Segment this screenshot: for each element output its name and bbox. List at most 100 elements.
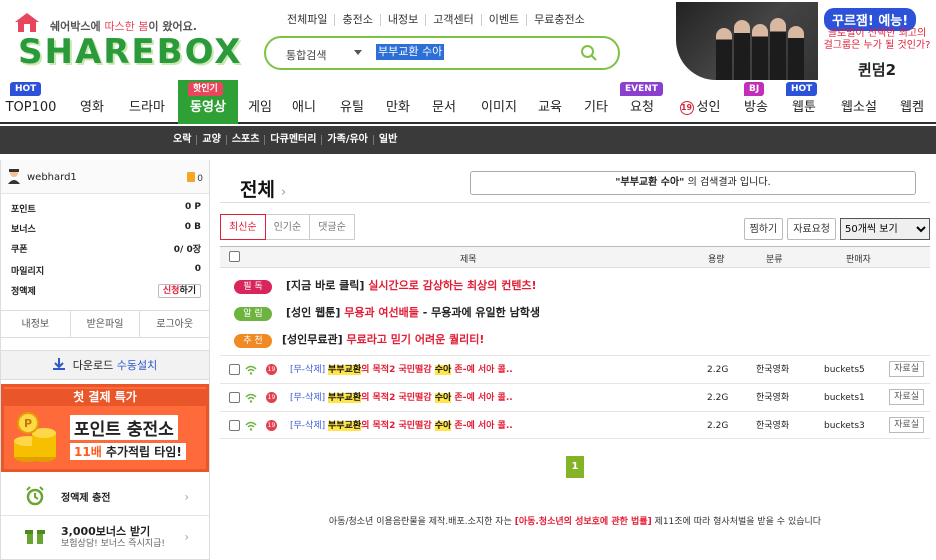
chevron-right-icon: › [184,490,189,504]
logo-text: SHAREBOX [18,32,243,72]
tab-logout[interactable]: 로그아웃 [140,311,209,337]
plan-row: 정액제 신청하기 [11,284,201,298]
plan-charge-link[interactable]: 정액제 충전 › [1,476,209,516]
top-menu-my-info[interactable]: 내정보 [381,14,427,26]
notice-badge: 알 림 [234,307,272,321]
category-etc[interactable]: 기타 [578,80,614,124]
top-menu-all-files[interactable]: 전체파일 [280,14,336,26]
house-icon [15,13,39,32]
category-adult[interactable]: 19 성인 [672,80,728,124]
download-icon [52,358,65,370]
file-title[interactable]: [무-삭제] 부부교환의 목적2 국민떨감 수아 존-예 서아 콜.. [290,412,513,440]
hot-badge: HOT [10,82,42,96]
stat-row: 마일리지 0 [11,264,201,277]
category-education[interactable]: 교육 [532,80,568,124]
bj-badge: BJ [744,82,765,96]
wishlist-button[interactable]: 찜하기 [743,218,784,240]
chevron-down-icon[interactable] [354,50,362,55]
top-menu: 전체파일 충전소 내정보 고객센터 이벤트 무료충전소 [280,14,592,26]
top-menu-charge[interactable]: 충전소 [335,14,381,26]
category-drama[interactable]: 드라마 [124,80,170,124]
row-checkbox[interactable] [229,392,240,403]
category-webnovel[interactable]: 웹소설 [834,80,884,124]
age-19-icon: 19 [266,392,277,403]
subnav-documentary[interactable]: 다큐멘터리 [265,135,323,145]
age-19-icon: 19 [266,420,277,431]
svg-text:P: P [24,417,32,430]
category-game[interactable]: 게임 [242,80,278,124]
apply-button[interactable]: 신청하기 [157,284,201,298]
table-row[interactable]: 19 [무-삭제] 부부교환의 목적2 국민떨감 수아 존-예 서아 콜.. 2… [220,383,930,411]
popular-badge: 핫인기 [188,82,223,96]
ad-row[interactable]: 알 림 [성인 웹툰] 무용과 여선배들 - 무용과에 유일한 남학생 [220,301,930,325]
ad-row[interactable]: 추 천 [성인무료관] 무료라고 믿기 어려운 퀄리티! [220,328,930,352]
download-install-button[interactable]: 다운로드 수동설치 [1,350,209,380]
promo-banner[interactable]: 꾸르잼! 예능! 글로벌이 선택한 최고의 걸그룹은 누가 될 것인가? 퀸덤2 [676,2,936,80]
coupon-icon [187,172,196,182]
page-title: 전체 › [240,179,287,201]
must-read-badge: 필 독 [234,280,272,294]
top-menu-support[interactable]: 고객센터 [426,14,482,26]
category-documents[interactable]: 문서 [426,80,462,124]
banner-text: 글로벌이 선택한 최고의 걸그룹은 누가 될 것인가? [823,28,931,51]
category-comics[interactable]: 만화 [380,80,416,124]
sort-latest[interactable]: 최신순 [220,214,266,240]
category-images[interactable]: 이미지 [474,80,524,124]
file-title[interactable]: [무-삭제] 부부교환의 목적2 국민떨감 수아 존-예 서아 콜.. [290,384,513,412]
subnav-culture[interactable]: 교양 [197,135,227,145]
bonus-link[interactable]: 3,000보너스 받기 보험상담! 보너스 즉시지급! › [1,516,209,560]
top-menu-event[interactable]: 이벤트 [482,14,528,26]
category-movie[interactable]: 영화 [72,80,112,124]
username: webhard1 [27,172,77,183]
promo-title: 첫 결제 특가 [4,389,206,406]
sort-popular[interactable]: 인기순 [265,214,311,240]
search-category-select[interactable]: 통합검색 [286,47,326,63]
category-anime[interactable]: 애니 [286,80,322,124]
point-charge-promo[interactable]: 첫 결제 특가 P 포인트 충전소 11배 추가적립 타임! [1,384,209,472]
header: 쉐어박스에 따스한 봄이 왔어요. SHAREBOX 전체파일 충전소 내정보 … [0,0,936,80]
promo-subline: 11배 추가적립 타임! [70,443,186,460]
archive-button[interactable]: 자료실 [889,417,924,433]
view-count-select[interactable]: 50개씩 보기 [840,218,930,240]
search-icon[interactable] [580,44,598,62]
tab-my-info[interactable]: 내정보 [1,311,71,337]
stat-row: 보너스 0 B [11,222,201,235]
divider [220,202,930,203]
archive-button[interactable]: 자료실 [889,389,924,405]
file-title[interactable]: [무-삭제] 부부교환의 목적2 국민떨감 수아 존-예 서아 콜.. [290,356,513,384]
sharebox-logo[interactable]: 쉐어박스에 따스한 봄이 왔어요. SHAREBOX [10,8,240,72]
wifi-icon [245,393,257,403]
top-menu-free-charge[interactable]: 무료충전소 [527,14,592,26]
subnav-family[interactable]: 가족/유아 [322,135,374,145]
event-badge: EVENT [620,82,663,96]
select-all-checkbox[interactable] [229,251,240,262]
coupon-count[interactable]: 0 [187,172,203,184]
stat-row: 포인트 0 P [11,202,201,215]
row-checkbox[interactable] [229,420,240,431]
request-button[interactable]: 자료요청 [787,218,836,240]
subnav-entertainment[interactable]: 오락 [168,135,198,145]
archive-button[interactable]: 자료실 [889,361,924,377]
table-row[interactable]: 19 [무-삭제] 부부교환의 목적2 국민떨감 수아 존-예 서아 콜.. 2… [220,355,930,383]
category-util[interactable]: 유틸 [334,80,370,124]
recommend-badge: 추 천 [234,334,272,348]
stat-row: 쿠폰 0/ 0장 [11,245,201,255]
wifi-icon [245,421,257,431]
subnav-sports[interactable]: 스포츠 [227,135,266,145]
avatar-icon [8,169,20,184]
page-1-button[interactable]: 1 [566,456,584,478]
sub-nav: 오락 교양 스포츠 다큐멘터리 가족/유아 일반 [0,126,936,154]
search-input[interactable]: 부부교환 수아 [376,44,445,60]
category-webcam[interactable]: 웹켐 [892,80,932,124]
row-checkbox[interactable] [229,364,240,375]
ad-row[interactable]: 필 독 [지금 바로 클릭] 실시간으로 감상하는 최상의 컨텐츠! [220,274,930,298]
banner-title: 퀸덤2 [857,61,897,79]
sort-comments[interactable]: 댓글순 [310,214,355,240]
search-box: 통합검색 부부교환 수아 [264,36,620,70]
legal-notice: 아동/청소년 이용음란물을 제작.배포.소지한 자는 [아동.청소년의 성보호에… [328,517,822,527]
table-row[interactable]: 19 [무-삭제] 부부교환의 목적2 국민떨감 수아 존-예 서아 콜.. 2… [220,411,930,439]
user-panel: webhard1 0 [1,160,209,194]
coins-icon: P [14,412,56,462]
tab-received-files[interactable]: 받은파일 [71,311,141,337]
subnav-general[interactable]: 일반 [374,135,402,145]
